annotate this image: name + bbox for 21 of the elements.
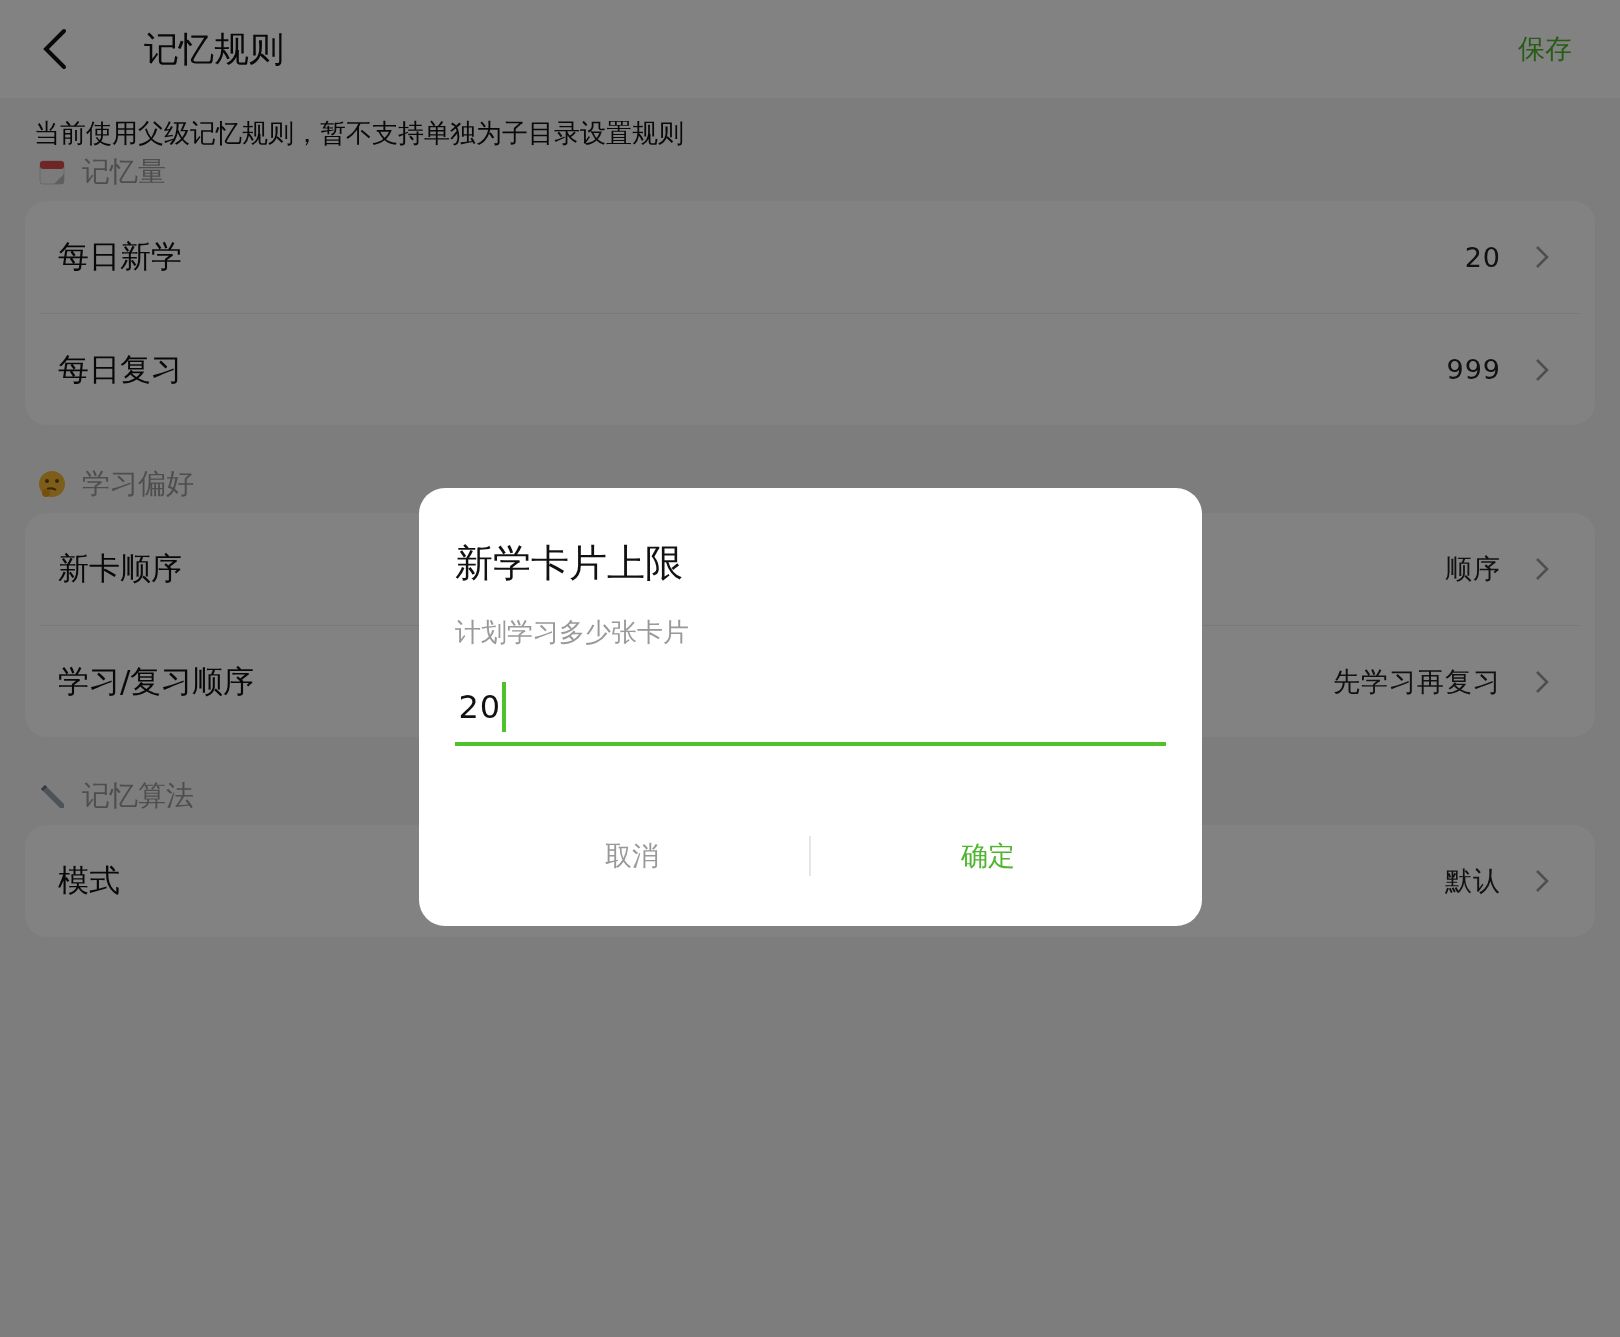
setting-label[interactable]: 每日复习 xyxy=(58,348,1447,391)
setting-value: 先学习再复习 xyxy=(1333,664,1501,699)
setting-value: 999 xyxy=(1446,354,1501,385)
dialog-subtitle: 计划学习多少张卡片 xyxy=(454,616,690,649)
input-field[interactable]: 20 xyxy=(454,672,1166,746)
notice-text: 当前使用父级记忆规则，暂不支持单独为子目录设置规则 xyxy=(33,117,685,150)
chevron-icon xyxy=(1535,868,1549,894)
setting-value: 20 xyxy=(1464,241,1501,273)
setting-label[interactable]: 每日新学 xyxy=(58,236,1465,278)
page-title: 记忆规则 xyxy=(144,27,285,71)
setting-value: 顺序 xyxy=(1445,552,1501,586)
chevron-icon xyxy=(1535,556,1549,582)
dialog-title: 新学卡片上限 xyxy=(454,540,684,587)
setting-value: 默认 xyxy=(1445,864,1501,898)
confirm-button[interactable]: 确定 xyxy=(810,830,1166,882)
chevron-icon xyxy=(1535,668,1549,695)
cancel-button[interactable]: 取消 xyxy=(454,830,810,882)
chevron-icon xyxy=(1535,244,1549,270)
calendar-icon xyxy=(38,158,66,186)
face-icon xyxy=(38,470,66,498)
chevron-icon xyxy=(1535,356,1549,383)
